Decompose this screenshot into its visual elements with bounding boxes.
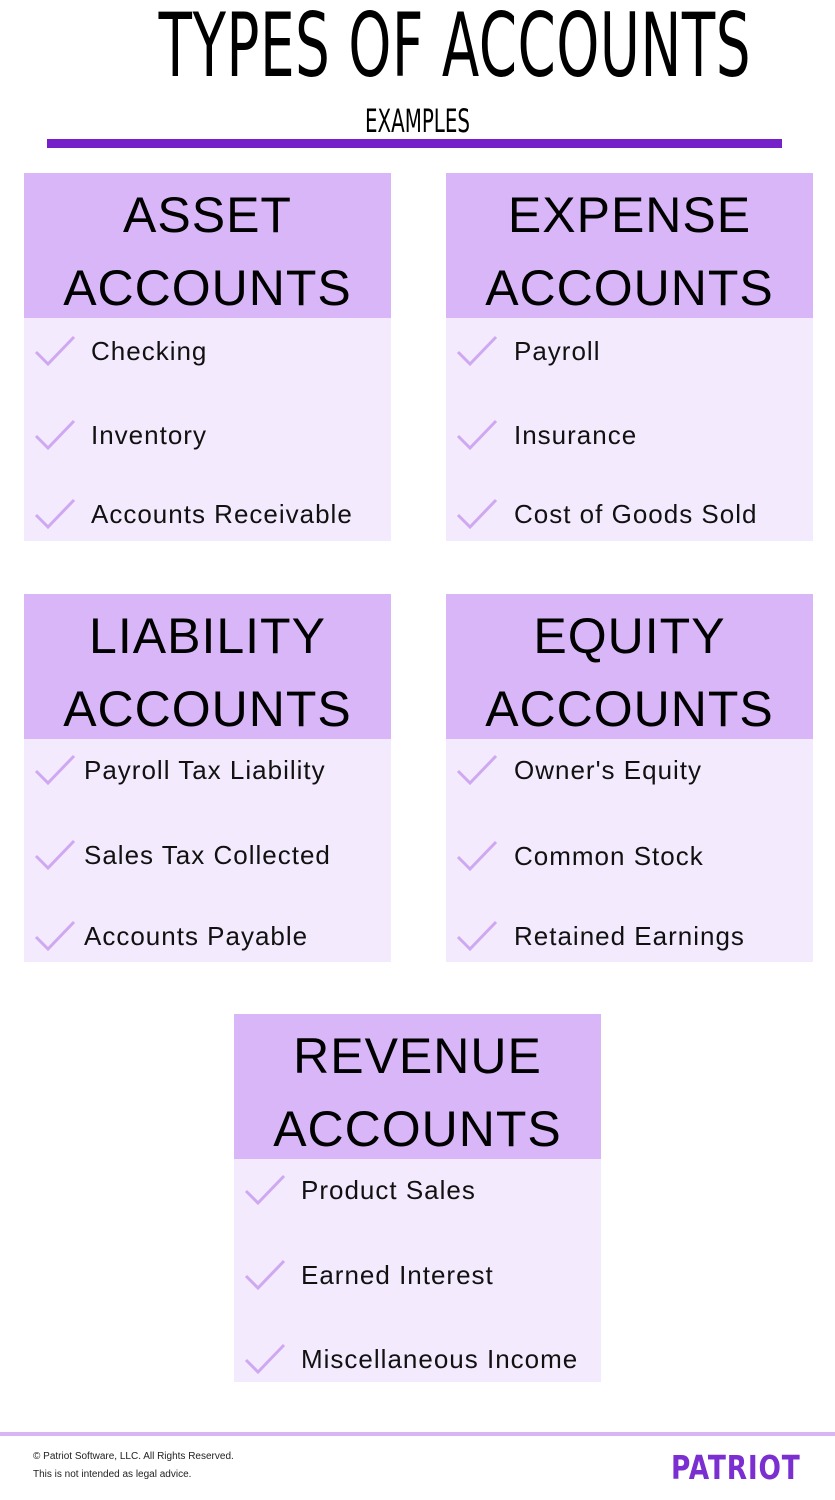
- list-item: Sales Tax Collected: [24, 836, 391, 876]
- card-title-line: REVENUE: [293, 1028, 542, 1084]
- card-title-line: ACCOUNTS: [63, 260, 352, 316]
- list-item: Accounts Payable: [24, 917, 391, 957]
- checkmark-icon: [456, 419, 498, 451]
- checkmark-icon: [456, 335, 498, 367]
- card-header: LIABILITY ACCOUNTS: [24, 594, 391, 739]
- card-title-line: EQUITY: [533, 608, 726, 664]
- card-title-line: LIABILITY: [89, 608, 326, 664]
- card-body: Product Sales Earned Interest Miscellaneou…: [234, 1159, 601, 1382]
- card-title-line: ACCOUNTS: [63, 681, 352, 737]
- checkmark-icon: [456, 920, 498, 952]
- patriot-logo: PATRIOT: [671, 1448, 801, 1487]
- checkmark-icon: [34, 335, 76, 367]
- card-title-line: ACCOUNTS: [485, 681, 774, 737]
- list-item: Inventory: [24, 416, 391, 456]
- card-title-line: ACCOUNTS: [485, 260, 774, 316]
- list-item: Accounts Receivable: [24, 495, 391, 535]
- list-item-label: Common Stock: [514, 841, 704, 871]
- checkmark-icon: [34, 419, 76, 451]
- card-body: Checking Inventory Accounts Receivable: [24, 318, 391, 541]
- card-header: ASSET ACCOUNTS: [24, 173, 391, 318]
- list-item: Common Stock: [446, 837, 813, 877]
- card-title-line: EXPENSE: [507, 187, 752, 243]
- list-item: Retained Earnings: [446, 917, 813, 957]
- list-item: Payroll Tax Liability: [24, 751, 391, 791]
- checkmark-icon: [34, 920, 76, 952]
- checkmark-icon: [34, 839, 76, 871]
- checkmark-icon: [34, 498, 76, 530]
- title-divider: [47, 139, 782, 148]
- checkmark-icon: [456, 498, 498, 530]
- card-title-line: ACCOUNTS: [273, 1101, 562, 1157]
- list-item-label: Retained Earnings: [514, 921, 745, 951]
- list-item: Owner's Equity: [446, 751, 813, 791]
- checkmark-icon: [244, 1174, 286, 1206]
- list-item-label: Miscellaneous Income: [301, 1344, 579, 1374]
- list-item-label: Payroll Tax Liability: [84, 755, 326, 785]
- list-item: Checking: [24, 332, 391, 372]
- copyright-text: © Patriot Software, LLC. All Rights Rese…: [33, 1451, 234, 1462]
- card-header: REVENUE ACCOUNTS: [234, 1014, 601, 1159]
- list-item-label: Product Sales: [301, 1175, 476, 1205]
- card-body: Owner's Equity Common Stock Retained Earni…: [446, 739, 813, 962]
- list-item-label: Accounts Payable: [84, 921, 309, 951]
- list-item: Miscellaneous Income: [234, 1340, 601, 1380]
- list-item-label: Insurance: [514, 420, 638, 450]
- account-card-revenue: REVENUE ACCOUNTS Product Sales Earned Inter…: [234, 1014, 601, 1382]
- list-item-label: Owner's Equity: [514, 755, 703, 785]
- account-card-expense: EXPENSE ACCOUNTS Payroll Insurance Cost of G…: [446, 173, 813, 541]
- card-body: Payroll Tax Liability Sales Tax Collected…: [24, 739, 391, 962]
- list-item-label: Inventory: [91, 420, 207, 450]
- list-item: Product Sales: [234, 1171, 601, 1211]
- list-item-label: Payroll: [514, 336, 601, 366]
- checkmark-icon: [34, 754, 76, 786]
- list-item: Earned Interest: [234, 1256, 601, 1296]
- page-subtitle: EXAMPLES: [365, 102, 470, 140]
- page-title: TYPES OF ACCOUNTS: [158, 0, 752, 97]
- list-item: Payroll: [446, 332, 813, 372]
- footer-divider: [0, 1432, 835, 1436]
- checkmark-icon: [456, 754, 498, 786]
- list-item-label: Sales Tax Collected: [84, 840, 331, 870]
- list-item-label: Checking: [91, 336, 208, 366]
- list-item-label: Accounts Receivable: [91, 499, 353, 529]
- account-card-equity: EQUITY ACCOUNTS Owner's Equity Common Stock…: [446, 594, 813, 962]
- list-item: Insurance: [446, 416, 813, 456]
- card-body: Payroll Insurance Cost of Goods Sold: [446, 318, 813, 541]
- checkmark-icon: [244, 1259, 286, 1291]
- list-item: Cost of Goods Sold: [446, 495, 813, 535]
- disclaimer-text: This is not intended as legal advice.: [33, 1469, 192, 1480]
- list-item-label: Cost of Goods Sold: [514, 499, 758, 529]
- checkmark-icon: [244, 1343, 286, 1375]
- checkmark-icon: [456, 840, 498, 872]
- card-header: EXPENSE ACCOUNTS: [446, 173, 813, 318]
- card-title-line: ASSET: [123, 187, 292, 243]
- card-header: EQUITY ACCOUNTS: [446, 594, 813, 739]
- account-card-asset: ASSET ACCOUNTS Checking Inventory Accounts R…: [24, 173, 391, 541]
- account-card-liability: LIABILITY ACCOUNTS Payroll Tax Liability Sa…: [24, 594, 391, 962]
- list-item-label: Earned Interest: [301, 1260, 494, 1290]
